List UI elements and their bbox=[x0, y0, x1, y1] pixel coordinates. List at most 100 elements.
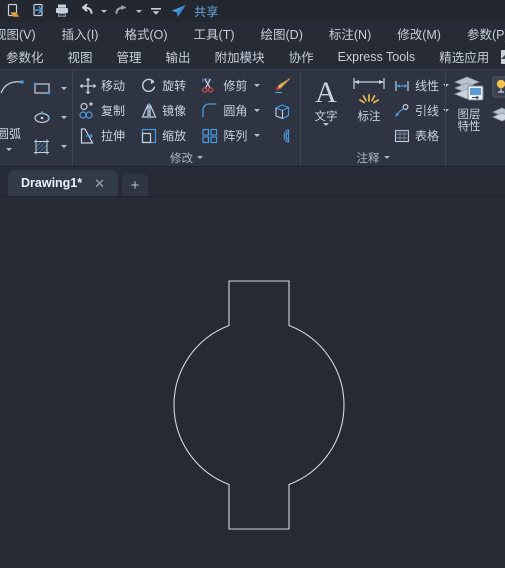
scale-label: 缩放 bbox=[162, 129, 187, 143]
menu-item-draw[interactable]: 绘图(D) bbox=[248, 24, 316, 43]
table-label: 表格 bbox=[415, 129, 440, 143]
tab-view[interactable]: 视图 bbox=[56, 47, 105, 66]
fillet-dropdown-icon[interactable] bbox=[251, 109, 262, 112]
text-button[interactable]: A 文字 bbox=[304, 73, 348, 123]
layer-on-icon bbox=[492, 76, 505, 98]
offset-button[interactable] bbox=[273, 123, 293, 148]
open-icon[interactable] bbox=[2, 1, 26, 21]
trim-dropdown-icon[interactable] bbox=[251, 84, 262, 87]
erase-icon bbox=[273, 77, 293, 95]
close-icon[interactable]: ✕ bbox=[94, 177, 105, 190]
arc-label-button[interactable]: 圆弧 bbox=[0, 118, 21, 148]
text-icon: A bbox=[308, 75, 344, 109]
menu-item-parametric[interactable]: 参数(P) bbox=[454, 24, 505, 43]
copy-button[interactable]: 复制 bbox=[77, 98, 138, 123]
undo-icon[interactable] bbox=[74, 1, 98, 21]
linear-dim-button[interactable]: 线性 bbox=[391, 73, 450, 98]
array-button[interactable]: 阵列 bbox=[199, 123, 270, 148]
drawing-canvas[interactable] bbox=[0, 197, 505, 568]
dimension-label: 标注 bbox=[357, 111, 381, 123]
menu-item-dimension[interactable]: 标注(N) bbox=[316, 24, 384, 43]
offset-icon bbox=[273, 127, 293, 145]
rectangle-button[interactable] bbox=[32, 74, 69, 103]
hatch-dropdown-icon[interactable] bbox=[58, 145, 69, 148]
dimension-button[interactable]: 标注 bbox=[347, 73, 391, 123]
redo-icon[interactable] bbox=[109, 1, 133, 21]
hatch-button[interactable] bbox=[32, 132, 69, 161]
scale-button[interactable]: 缩放 bbox=[138, 123, 199, 148]
ellipse-dropdown-icon[interactable] bbox=[58, 116, 69, 119]
erase-button[interactable] bbox=[273, 73, 293, 98]
share-label[interactable]: 共享 bbox=[194, 3, 219, 20]
tab-collaborate[interactable]: 协作 bbox=[277, 47, 326, 66]
layer-properties-button[interactable]: 图层 特性 bbox=[449, 73, 489, 133]
panel-annotation: A 文字 标注 线性 引线 表格 注释 bbox=[300, 70, 450, 166]
drawing-outline[interactable] bbox=[173, 280, 345, 530]
panel-title-annotation-label: 注释 bbox=[356, 152, 380, 165]
stretch-button[interactable]: 拉伸 bbox=[77, 123, 138, 148]
linear-dim-label: 线性 bbox=[415, 79, 440, 93]
mirror-button[interactable]: 镜像 bbox=[138, 98, 199, 123]
menu-item-view[interactable]: 视图(V) bbox=[0, 24, 49, 43]
panel-title-modify[interactable]: 修改 bbox=[73, 149, 300, 166]
hatch-icon bbox=[32, 138, 54, 156]
array-icon bbox=[201, 127, 219, 145]
text-dropdown-icon[interactable] bbox=[321, 123, 332, 126]
redo-dropdown-icon[interactable] bbox=[133, 1, 144, 21]
layer-on-button[interactable] bbox=[492, 73, 505, 101]
leader-button[interactable]: 引线 bbox=[391, 98, 450, 123]
tab-featured-apps[interactable]: 精选应用 bbox=[427, 47, 501, 66]
rotate-icon bbox=[140, 77, 158, 95]
arc-dropdown-icon[interactable] bbox=[4, 148, 15, 151]
menu-item-insert[interactable]: 插入(I) bbox=[49, 24, 112, 43]
undo-dropdown-icon[interactable] bbox=[98, 1, 109, 21]
move-icon bbox=[79, 77, 97, 95]
array-dropdown-icon[interactable] bbox=[251, 134, 262, 137]
explode-button[interactable] bbox=[273, 98, 293, 123]
text-label: 文字 bbox=[314, 111, 338, 123]
drawing-geometry bbox=[173, 280, 345, 530]
fillet-button[interactable]: 圆角 bbox=[199, 98, 270, 123]
panel-modify: 移动 复制 拉伸 旋转 镜像 缩放 修剪 圆角 阵列 修改 bbox=[72, 70, 300, 166]
table-button[interactable]: 表格 bbox=[391, 123, 449, 148]
trim-button[interactable]: 修剪 bbox=[199, 73, 270, 98]
tab-manage[interactable]: 管理 bbox=[105, 47, 154, 66]
tab-parametric[interactable]: 参数化 bbox=[0, 47, 56, 66]
move-button[interactable]: 移动 bbox=[77, 73, 138, 98]
scale-icon bbox=[140, 127, 158, 145]
svg-text:A: A bbox=[315, 76, 337, 109]
minimize-ribbon-button[interactable] bbox=[501, 49, 505, 64]
save-as-icon[interactable] bbox=[26, 1, 50, 21]
tab-output[interactable]: 输出 bbox=[154, 47, 203, 66]
menu-item-tools[interactable]: 工具(T) bbox=[181, 24, 248, 43]
menu-item-modify[interactable]: 修改(M) bbox=[384, 24, 454, 43]
customize-qat-icon[interactable] bbox=[144, 1, 168, 21]
move-label: 移动 bbox=[101, 79, 126, 93]
layer-stack-button[interactable] bbox=[492, 101, 505, 129]
leader-label: 引线 bbox=[415, 104, 440, 118]
trim-label: 修剪 bbox=[223, 79, 248, 93]
new-tab-button[interactable]: + bbox=[122, 174, 148, 196]
panel-draw: 圆弧 bbox=[0, 70, 72, 166]
share-icon[interactable] bbox=[168, 1, 190, 21]
layer-properties-label: 图层 特性 bbox=[458, 109, 481, 133]
panel-title-annotation[interactable]: 注释 bbox=[301, 149, 445, 166]
tab-express-tools[interactable]: Express Tools bbox=[326, 50, 428, 64]
document-tab-label: Drawing1* bbox=[21, 176, 83, 190]
leader-icon bbox=[393, 103, 411, 119]
menu-item-format[interactable]: 格式(O) bbox=[111, 24, 180, 43]
quick-access-toolbar: 共享 bbox=[0, 0, 505, 22]
rotate-button[interactable]: 旋转 bbox=[138, 73, 199, 98]
rectangle-dropdown-icon[interactable] bbox=[58, 87, 69, 90]
table-icon bbox=[393, 128, 411, 144]
fillet-label: 圆角 bbox=[223, 104, 248, 118]
array-label: 阵列 bbox=[223, 129, 248, 143]
arc-button[interactable] bbox=[0, 74, 26, 102]
ellipse-button[interactable] bbox=[32, 103, 69, 132]
linear-dim-icon bbox=[393, 78, 411, 94]
plot-icon[interactable] bbox=[50, 1, 74, 21]
document-tab-drawing1[interactable]: Drawing1* ✕ bbox=[8, 170, 118, 196]
trim-icon bbox=[201, 77, 219, 95]
copy-icon bbox=[79, 101, 97, 120]
tab-addins[interactable]: 附加模块 bbox=[203, 47, 277, 66]
